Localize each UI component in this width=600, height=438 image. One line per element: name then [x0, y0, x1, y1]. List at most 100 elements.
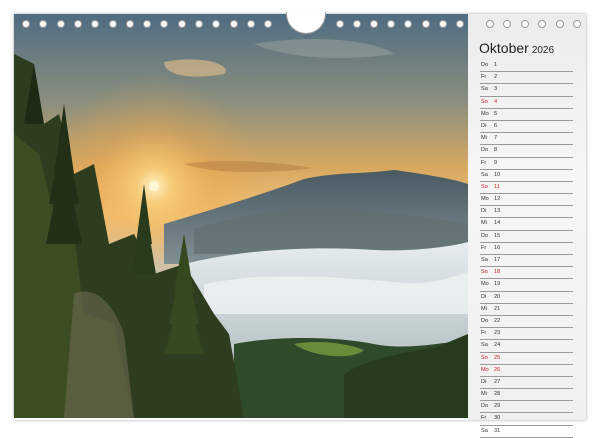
day-row: Do 29 — [480, 401, 573, 414]
day-number: 9 — [494, 159, 498, 166]
day-row: Sa 17 — [480, 255, 573, 268]
weekday-label: Do — [481, 232, 489, 239]
day-row: Di 27 — [480, 377, 573, 390]
day-row: Do 8 — [480, 145, 573, 158]
day-number: 7 — [494, 135, 498, 142]
day-number: 8 — [494, 147, 498, 154]
day-number: 17 — [494, 257, 501, 263]
binding-hole — [56, 20, 65, 28]
binding-hole — [22, 20, 30, 28]
day-row: Mo 19 — [480, 279, 573, 292]
weekday-label: Mo — [481, 196, 489, 203]
hanger-notch — [286, 12, 326, 34]
day-number: 11 — [494, 183, 500, 190]
day-row: Mo 26 — [480, 365, 573, 377]
year-label: 2026 — [531, 45, 555, 56]
binding-hole — [486, 20, 494, 28]
day-row: So 25 — [480, 353, 573, 365]
binding-hole — [555, 20, 564, 28]
weekday-label: Di — [481, 293, 487, 300]
weekday-label: Do — [481, 147, 489, 154]
day-number: 28 — [494, 391, 501, 398]
day-row: Fr 30 — [480, 413, 573, 426]
binding-hole — [73, 20, 82, 28]
weekday-label: Fr — [481, 74, 487, 81]
day-number: 25 — [494, 354, 501, 361]
day-number: 14 — [494, 220, 501, 227]
binding-hole — [125, 20, 134, 28]
day-number: 12 — [494, 196, 501, 203]
day-number: 26 — [494, 366, 501, 373]
binding-hole — [387, 20, 396, 28]
binding-hole — [455, 20, 464, 28]
day-row: Sa 24 — [480, 340, 573, 353]
weekday-label: Sa — [481, 427, 488, 434]
weekday-label: Do — [481, 317, 489, 324]
day-row: Fr 9 — [480, 158, 573, 170]
day-row: Mi 28 — [480, 389, 573, 402]
weekday-label: So — [481, 354, 488, 361]
day-number: 24 — [494, 342, 501, 349]
day-number: 31 — [494, 427, 501, 434]
day-row: Di 13 — [480, 206, 573, 219]
day-row: Sa 10 — [480, 170, 573, 182]
binding-hole — [336, 20, 344, 28]
weekday-label: Mo — [481, 366, 489, 373]
binding-hole — [39, 20, 48, 28]
day-number: 3 — [494, 86, 498, 93]
binding-hole — [353, 20, 362, 28]
binding-hole — [91, 20, 100, 28]
binding-hole — [370, 20, 379, 28]
binding-hole — [264, 20, 273, 28]
weekday-label: Sa — [481, 171, 488, 178]
day-row: Mi 7 — [480, 133, 573, 146]
binding-hole — [404, 20, 413, 28]
binding-hole — [160, 20, 169, 28]
day-row: Do 22 — [480, 316, 573, 329]
day-row: Fr 16 — [480, 243, 573, 255]
weekday-label: Mi — [481, 305, 487, 312]
binding-hole — [195, 20, 203, 28]
day-number: 27 — [494, 378, 501, 385]
binding-hole — [229, 20, 238, 28]
weekday-label: So — [481, 98, 488, 105]
weekday-label: Mi — [481, 220, 487, 227]
day-row: Do 1 — [480, 60, 573, 73]
landscape-photo — [14, 14, 468, 418]
binding-hole — [573, 20, 581, 28]
day-row: Mo 5 — [480, 109, 573, 121]
weekday-label: So — [481, 269, 488, 276]
binding-hole — [177, 20, 186, 28]
weekday-label: Sa — [481, 86, 488, 93]
weekday-label: Fr — [481, 159, 487, 166]
day-number: 16 — [494, 244, 501, 251]
weekday-label: Mi — [481, 391, 487, 398]
day-row: Mi 21 — [480, 304, 573, 316]
day-number: 30 — [494, 415, 501, 422]
day-row: So 4 — [480, 97, 573, 109]
weekday-label: Do — [481, 62, 489, 68]
binding-hole — [421, 20, 430, 28]
weekday-label: Di — [481, 378, 487, 385]
weekday-label: Do — [481, 403, 489, 410]
day-number: 23 — [494, 330, 501, 337]
weekday-label: Sa — [481, 257, 488, 263]
day-row: Mo 12 — [480, 194, 573, 207]
binding-hole — [503, 20, 512, 28]
day-list: Do 1 Fr 2 Sa 3 So 4 Mo 5 Di 6 Mi 7 Do 8 Fr 9 Sa 10 So 11 Mo 12 D… — [480, 60, 573, 438]
day-row: Mi 14 — [480, 218, 573, 231]
calendar-sidebar: Oktober 2026 Do 1 Fr 2 Sa 3 So 4 Mo 5 Di 6 Mi 7 Do 8 Fr 9 S… — [468, 14, 586, 438]
day-number: 29 — [494, 403, 501, 410]
day-number: 1 — [494, 62, 498, 68]
day-number: 15 — [494, 232, 501, 239]
month-name: Oktober — [479, 40, 529, 56]
month-title: Oktober 2026 — [479, 40, 554, 56]
binding-hole — [438, 20, 447, 28]
binding-hole — [520, 20, 529, 28]
weekday-label: Mo — [481, 110, 489, 117]
day-row: So 18 — [480, 267, 573, 280]
binding-hole — [246, 20, 255, 28]
day-number: 6 — [494, 122, 498, 129]
weekday-label: Fr — [481, 330, 487, 337]
day-number: 21 — [494, 305, 501, 312]
